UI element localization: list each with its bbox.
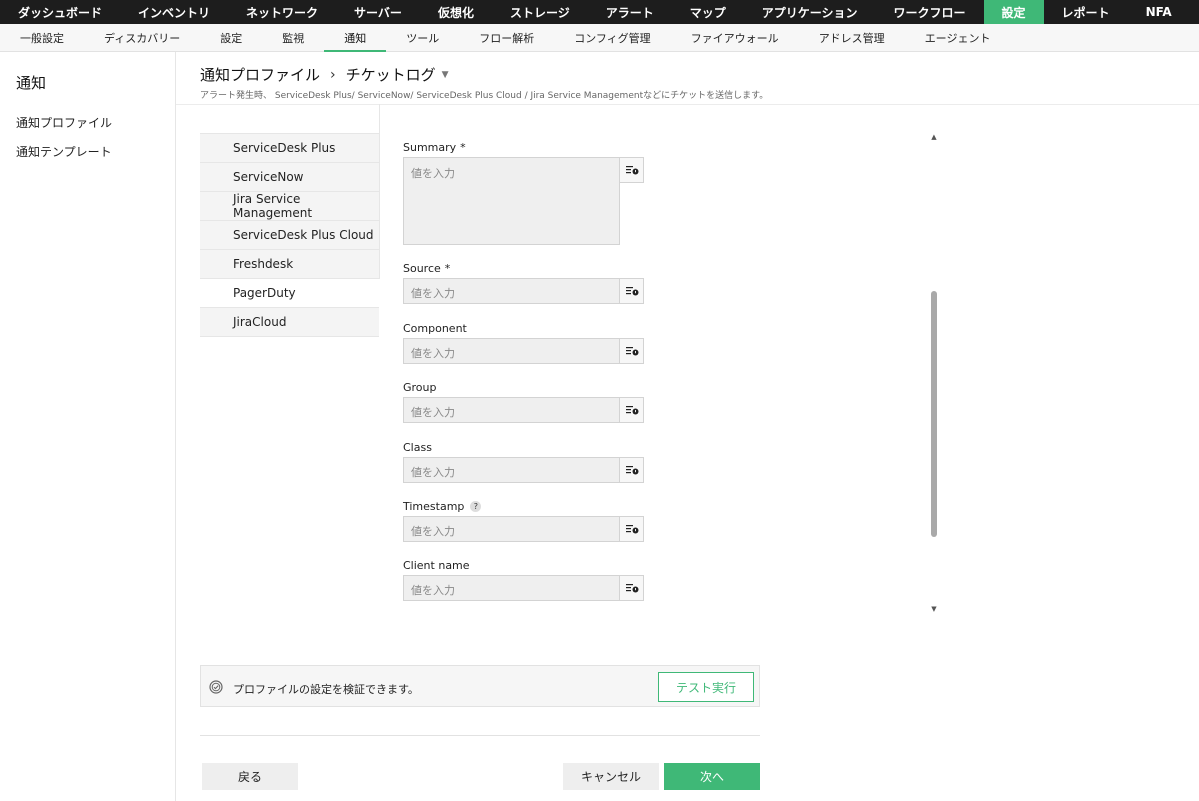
- source-label-text: Source: [403, 262, 441, 275]
- test-profile-box: プロファイルの設定を検証できます。 テスト実行: [200, 665, 760, 707]
- subnav-item-tools[interactable]: ツール: [386, 24, 459, 51]
- variable-list-icon: [625, 287, 638, 296]
- variable-list-icon: [625, 166, 638, 175]
- subnav-item-firewall[interactable]: ファイアウォール: [671, 24, 799, 51]
- summary-label-text: Summary: [403, 141, 457, 154]
- list-divider: [379, 104, 380, 279]
- source-variable-button[interactable]: [620, 278, 644, 304]
- integration-list: ServiceDesk Plus ServiceNow Jira Service…: [200, 133, 379, 337]
- class-label: Class: [403, 441, 432, 454]
- back-button[interactable]: 戻る: [202, 763, 298, 790]
- client-name-label-text: Client name: [403, 559, 470, 572]
- topnav-item-maps[interactable]: マップ: [672, 0, 744, 24]
- topnav-item-inventory[interactable]: インベントリ: [120, 0, 228, 24]
- summary-input[interactable]: 値を入力: [403, 157, 620, 245]
- timestamp-input[interactable]: 値を入力: [403, 516, 620, 542]
- component-label: Component: [403, 322, 467, 335]
- summary-variable-button[interactable]: [620, 157, 644, 183]
- breadcrumb-parent[interactable]: 通知プロファイル: [200, 64, 320, 85]
- client-name-input[interactable]: 値を入力: [403, 575, 620, 601]
- topnav-item-dashboard[interactable]: ダッシュボード: [0, 0, 120, 24]
- next-button[interactable]: 次へ: [664, 763, 760, 790]
- class-label-text: Class: [403, 441, 432, 454]
- page-subtitle: アラート発生時、 ServiceDesk Plus/ ServiceNow/ S…: [200, 91, 769, 101]
- subnav-item-notification[interactable]: 通知: [324, 24, 387, 52]
- subnav-item-discovery[interactable]: ディスカバリー: [84, 24, 200, 51]
- integration-item-pagerduty[interactable]: PagerDuty: [200, 279, 379, 308]
- integration-item-servicedesk-plus-cloud[interactable]: ServiceDesk Plus Cloud: [200, 221, 379, 250]
- topnav-item-virtualization[interactable]: 仮想化: [420, 0, 492, 24]
- integration-item-freshdesk[interactable]: Freshdesk: [200, 250, 379, 279]
- topnav-item-nfa[interactable]: NFA: [1128, 0, 1190, 24]
- timestamp-label-text: Timestamp: [403, 500, 465, 513]
- sidebar: 通知 通知プロファイル 通知テンプレート: [0, 52, 176, 801]
- variable-list-icon: [625, 466, 638, 475]
- client-name-label: Client name: [403, 559, 470, 572]
- subnav-item-ipam[interactable]: アドレス管理: [799, 24, 905, 51]
- summary-label: Summary *: [403, 141, 466, 154]
- breadcrumb-current[interactable]: チケットログ: [346, 64, 436, 85]
- caret-down-icon[interactable]: ▼: [442, 70, 449, 80]
- timestamp-label: Timestamp ?: [403, 500, 482, 513]
- help-icon[interactable]: ?: [470, 501, 482, 512]
- component-input[interactable]: 値を入力: [403, 338, 620, 364]
- integration-item-jiracloud[interactable]: JiraCloud: [200, 308, 379, 337]
- group-variable-button[interactable]: [620, 397, 644, 423]
- required-mark: *: [444, 262, 451, 275]
- component-label-text: Component: [403, 322, 467, 335]
- variable-list-icon: [625, 525, 638, 534]
- subnav-item-monitoring[interactable]: 監視: [262, 24, 324, 51]
- component-variable-button[interactable]: [620, 338, 644, 364]
- form-scrollbar[interactable]: ▲ ▼: [930, 133, 938, 613]
- test-run-button[interactable]: テスト実行: [658, 672, 754, 702]
- group-input[interactable]: 値を入力: [403, 397, 620, 423]
- variable-list-icon: [625, 347, 638, 356]
- sidebar-title: 通知: [16, 74, 47, 92]
- variable-list-icon: [625, 584, 638, 593]
- topnav-item-network[interactable]: ネットワーク: [228, 0, 336, 24]
- cancel-button[interactable]: キャンセル: [563, 763, 659, 790]
- footer-divider: [200, 735, 760, 736]
- top-nav: ダッシュボード インベントリ ネットワーク サーバー 仮想化 ストレージ アラー…: [0, 0, 1199, 24]
- scroll-up-arrow-icon[interactable]: ▲: [930, 133, 938, 141]
- required-mark: *: [460, 141, 466, 154]
- subnav-item-agent[interactable]: エージェント: [905, 24, 1011, 51]
- topnav-item-storage[interactable]: ストレージ: [492, 0, 588, 24]
- topnav-item-settings[interactable]: 設定: [983, 0, 1044, 24]
- sidebar-item-notification-profile[interactable]: 通知プロファイル: [16, 114, 112, 131]
- topnav-item-workflow[interactable]: ワークフロー: [876, 0, 984, 24]
- subnav-item-general[interactable]: 一般設定: [0, 24, 84, 51]
- topnav-item-reports[interactable]: レポート: [1044, 0, 1128, 24]
- source-label: Source *: [403, 262, 450, 275]
- integration-item-servicedesk-plus[interactable]: ServiceDesk Plus: [200, 134, 379, 163]
- group-label-text: Group: [403, 381, 437, 394]
- scrollbar-thumb[interactable]: [931, 291, 937, 537]
- sidebar-item-notification-template[interactable]: 通知テンプレート: [16, 143, 112, 160]
- sub-nav: 一般設定 ディスカバリー 設定 監視 通知 ツール フロー解析 コンフィグ管理 …: [0, 24, 1199, 52]
- integration-item-jira-service-management[interactable]: Jira Service Management: [200, 192, 379, 221]
- class-input[interactable]: 値を入力: [403, 457, 620, 483]
- group-label: Group: [403, 381, 437, 394]
- breadcrumb: 通知プロファイル › チケットログ ▼: [200, 64, 449, 85]
- variable-list-icon: [625, 406, 638, 415]
- topnav-item-apps[interactable]: アプリケーション: [744, 0, 876, 24]
- source-input[interactable]: 値を入力: [403, 278, 620, 304]
- header-divider: [176, 104, 1199, 105]
- client-name-variable-button[interactable]: [620, 575, 644, 601]
- subnav-item-ncm[interactable]: コンフィグ管理: [554, 24, 670, 51]
- topnav-item-server[interactable]: サーバー: [336, 0, 420, 24]
- chevron-right-icon: ›: [330, 66, 336, 83]
- subnav-item-flow[interactable]: フロー解析: [459, 24, 554, 51]
- scroll-down-arrow-icon[interactable]: ▼: [930, 605, 938, 613]
- verify-badge-icon: [209, 680, 223, 694]
- test-description: プロファイルの設定を検証できます。: [233, 683, 419, 696]
- integration-item-servicenow[interactable]: ServiceNow: [200, 163, 379, 192]
- class-variable-button[interactable]: [620, 457, 644, 483]
- subnav-item-config[interactable]: 設定: [200, 24, 262, 51]
- timestamp-variable-button[interactable]: [620, 516, 644, 542]
- topnav-item-alarms[interactable]: アラート: [588, 0, 672, 24]
